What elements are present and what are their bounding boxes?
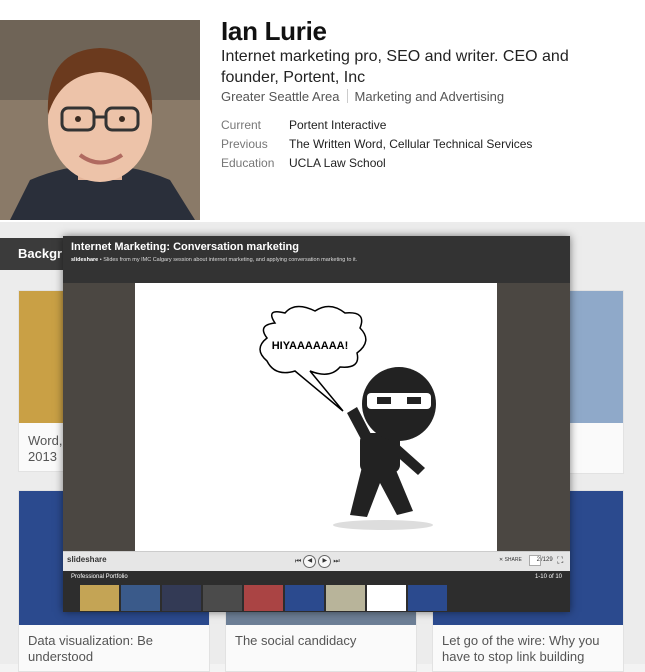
slide-description: slideshare • Slides from my IMC Calgary … [71,257,358,263]
first-slide-icon[interactable]: ⏮ [295,558,301,566]
slideshare-logo[interactable]: slideshare [67,555,107,564]
speech-text: HIYAAAAAAA! [272,340,349,352]
portfolio-thumbnails [80,585,447,611]
profile-header: Ian Lurie Internet marketing pro, SEO an… [0,0,645,222]
portfolio-thumb[interactable] [326,585,365,611]
card-thumbnail [19,291,69,423]
slideshare-overlay: Internet Marketing: Conversation marketi… [63,236,570,612]
page-total: /129 [541,557,553,563]
card-title: Data visualization: Be understood [28,633,154,664]
fact-education: Education UCLA Law School [221,156,532,175]
page-indicator: 2/129 [529,555,553,566]
card-title: The social candidacy [235,633,357,648]
fact-current: Current Portent Interactive [221,118,532,137]
fact-previous: Previous The Written Word, Cellular Tech… [221,137,532,156]
fact-label: Current [221,118,262,132]
profile-name: Ian Lurie [221,16,327,46]
profile-meta: Greater Seattle Area Marketing and Advert… [221,89,504,104]
fact-value[interactable]: Portent Interactive [289,118,386,137]
portfolio-title: Professional Portfolio [71,574,128,580]
fact-label: Education [221,156,275,170]
next-slide-icon[interactable]: ▶ [318,555,332,568]
portfolio-thumb[interactable] [162,585,201,611]
portfolio-thumb[interactable] [244,585,283,611]
prev-slide-icon[interactable]: ◀ [303,555,317,568]
fact-value[interactable]: The Written Word, Cellular Technical Ser… [289,137,532,156]
card-title: Let go of the wire: Why you have to stop… [442,633,600,664]
location-link[interactable]: Greater Seattle Area [221,89,340,104]
industry-link[interactable]: Marketing and Advertising [355,89,505,104]
fullscreen-icon[interactable]: ⛶ [557,555,563,566]
slide-title[interactable]: Internet Marketing: Conversation marketi… [71,241,299,253]
slide-canvas[interactable]: HIYAAAAAAA! [135,283,497,551]
share-icon: ✕ [499,557,504,563]
portfolio-thumb[interactable] [203,585,242,611]
description-text: Slides from my IMC Calgary session about… [103,257,358,263]
fact-label: Previous [221,137,268,151]
share-label: SHARE [504,557,522,563]
profile-facts: Current Portent Interactive Previous The… [221,118,532,175]
last-slide-icon[interactable]: ⏭ [333,558,339,566]
card-thumbnail [561,291,623,423]
portfolio-thumb-active[interactable] [367,585,406,611]
page-input[interactable]: 2 [529,555,541,566]
portfolio-thumb[interactable] [121,585,160,611]
portfolio-strip: Professional Portfolio 1-10 of 10 [63,571,570,612]
speech-bubble [259,305,367,412]
portfolio-thumb[interactable] [80,585,119,611]
card-title: Word, 2013 [28,433,63,464]
portfolio-thumb[interactable] [408,585,447,611]
portfolio-count: 1-10 of 10 [534,574,562,580]
portfolio-thumb[interactable] [285,585,324,611]
profile-photo[interactable] [0,20,200,220]
source-label: slideshare [71,257,99,263]
share-button[interactable]: ✕ SHARE [499,557,522,563]
slide-navigation: ⏮ ◀ ▶ ⏭ [295,555,340,568]
fact-value[interactable]: UCLA Law School [289,156,386,175]
slide-stage: HIYAAAAAAA! [63,283,570,551]
player-toolbar: slideshare ⏮ ◀ ▶ ⏭ ✕ SHARE 2/129 ⛶ [63,551,570,571]
profile-headline: Internet marketing pro, SEO and writer. … [221,48,569,86]
divider [346,89,348,103]
